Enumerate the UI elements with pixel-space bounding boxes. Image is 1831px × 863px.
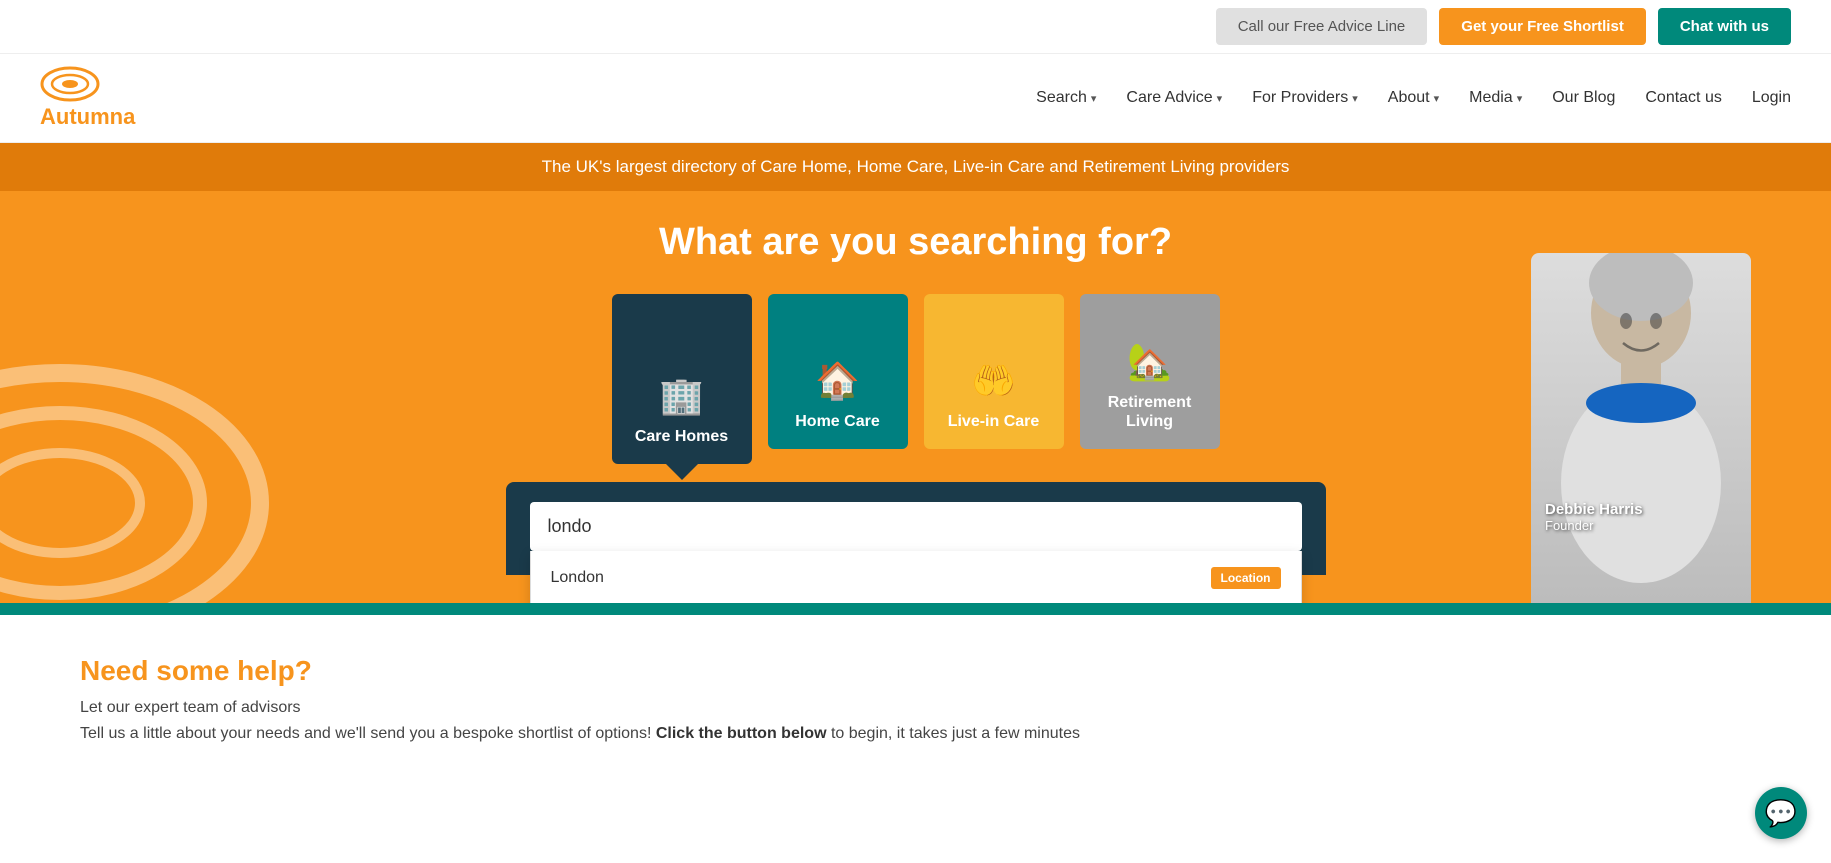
chat-bubble-button[interactable]: 💬 — [1755, 787, 1807, 839]
chat-button[interactable]: Chat with us — [1658, 8, 1791, 45]
hero-section: Debbie Harris Founder The UK's largest d… — [0, 143, 1831, 603]
lower-heading: Need some help? — [80, 655, 1751, 687]
dropdown-item-london[interactable]: London Location — [531, 551, 1301, 603]
category-cards: 🏢 Care Homes 🏠 Home Care 🤲 Live-in Care … — [612, 294, 1220, 464]
search-input-wrap: London Location Londonderry Location Lon… — [530, 502, 1302, 551]
chat-bubble-icon: 💬 — [1765, 798, 1797, 829]
retirement-icon: 🏡 — [1127, 341, 1172, 383]
search-dropdown: London Location Londonderry Location Lon… — [530, 551, 1302, 603]
retirement-label: Retirement Living — [1090, 393, 1210, 431]
nav-item-media[interactable]: Media ▾ — [1469, 89, 1522, 107]
dropdown-label-london: London — [551, 569, 604, 587]
nav-about-label: About — [1388, 89, 1430, 107]
nav-item-care-advice[interactable]: Care Advice ▾ — [1126, 89, 1222, 107]
hero-title: What are you searching for? — [659, 221, 1172, 264]
category-care-homes[interactable]: 🏢 Care Homes — [612, 294, 752, 464]
logo-area[interactable]: Autumna — [40, 66, 135, 130]
teal-strip — [0, 603, 1831, 615]
chevron-down-icon: ▾ — [1352, 92, 1358, 105]
chevron-down-icon: ▾ — [1217, 92, 1223, 105]
category-live-in-care[interactable]: 🤲 Live-in Care — [924, 294, 1064, 449]
nav-item-about[interactable]: About ▾ — [1388, 89, 1439, 107]
home-care-label: Home Care — [795, 412, 879, 431]
chevron-down-icon: ▾ — [1434, 92, 1440, 105]
chevron-down-icon: ▾ — [1091, 92, 1097, 105]
live-in-care-label: Live-in Care — [948, 412, 1040, 431]
shortlist-button[interactable]: Get your Free Shortlist — [1439, 8, 1646, 45]
lower-cta-text: Click the button below — [656, 725, 827, 742]
hero-banner: The UK's largest directory of Care Home,… — [0, 143, 1831, 191]
lower-paragraph: Tell us a little about your needs and we… — [80, 721, 1751, 747]
nav-item-for-providers[interactable]: For Providers ▾ — [1252, 89, 1358, 107]
category-retirement[interactable]: 🏡 Retirement Living — [1080, 294, 1220, 449]
category-home-care[interactable]: 🏠 Home Care — [768, 294, 908, 449]
live-in-care-icon: 🤲 — [971, 360, 1016, 402]
search-area: London Location Londonderry Location Lon… — [506, 482, 1326, 575]
lower-subtext: Let our expert team of advisors — [80, 695, 1751, 721]
nav-bar: Autumna Search ▾ Care Advice ▾ For Provi… — [0, 54, 1831, 143]
nav-contact-label: Contact us — [1645, 89, 1721, 107]
location-badge-london: Location — [1211, 567, 1281, 589]
nav-item-blog[interactable]: Our Blog — [1552, 89, 1615, 107]
search-input[interactable] — [530, 502, 1302, 551]
hero-banner-text: The UK's largest directory of Care Home,… — [542, 157, 1290, 176]
nav-item-search[interactable]: Search ▾ — [1036, 89, 1096, 107]
nav-login-label: Login — [1752, 89, 1791, 107]
nav-providers-label: For Providers — [1252, 89, 1348, 107]
nav-care-advice-label: Care Advice — [1126, 89, 1212, 107]
care-homes-label: Care Homes — [635, 427, 728, 446]
logo-text: Autumna — [40, 104, 135, 130]
nav-blog-label: Our Blog — [1552, 89, 1615, 107]
logo-icon — [40, 66, 100, 102]
lower-section: Need some help? Let our expert team of a… — [0, 615, 1831, 786]
advice-button[interactable]: Call our Free Advice Line — [1216, 8, 1428, 45]
home-care-icon: 🏠 — [815, 360, 860, 402]
nav-links: Search ▾ Care Advice ▾ For Providers ▾ A… — [1036, 89, 1791, 107]
care-homes-icon: 🏢 — [659, 375, 704, 417]
chevron-down-icon: ▾ — [1517, 92, 1523, 105]
nav-item-contact[interactable]: Contact us — [1645, 89, 1721, 107]
hero-content: What are you searching for? 🏢 Care Homes… — [0, 191, 1831, 575]
top-bar: Call our Free Advice Line Get your Free … — [0, 0, 1831, 54]
nav-item-login[interactable]: Login — [1752, 89, 1791, 107]
nav-search-label: Search — [1036, 89, 1087, 107]
nav-media-label: Media — [1469, 89, 1513, 107]
